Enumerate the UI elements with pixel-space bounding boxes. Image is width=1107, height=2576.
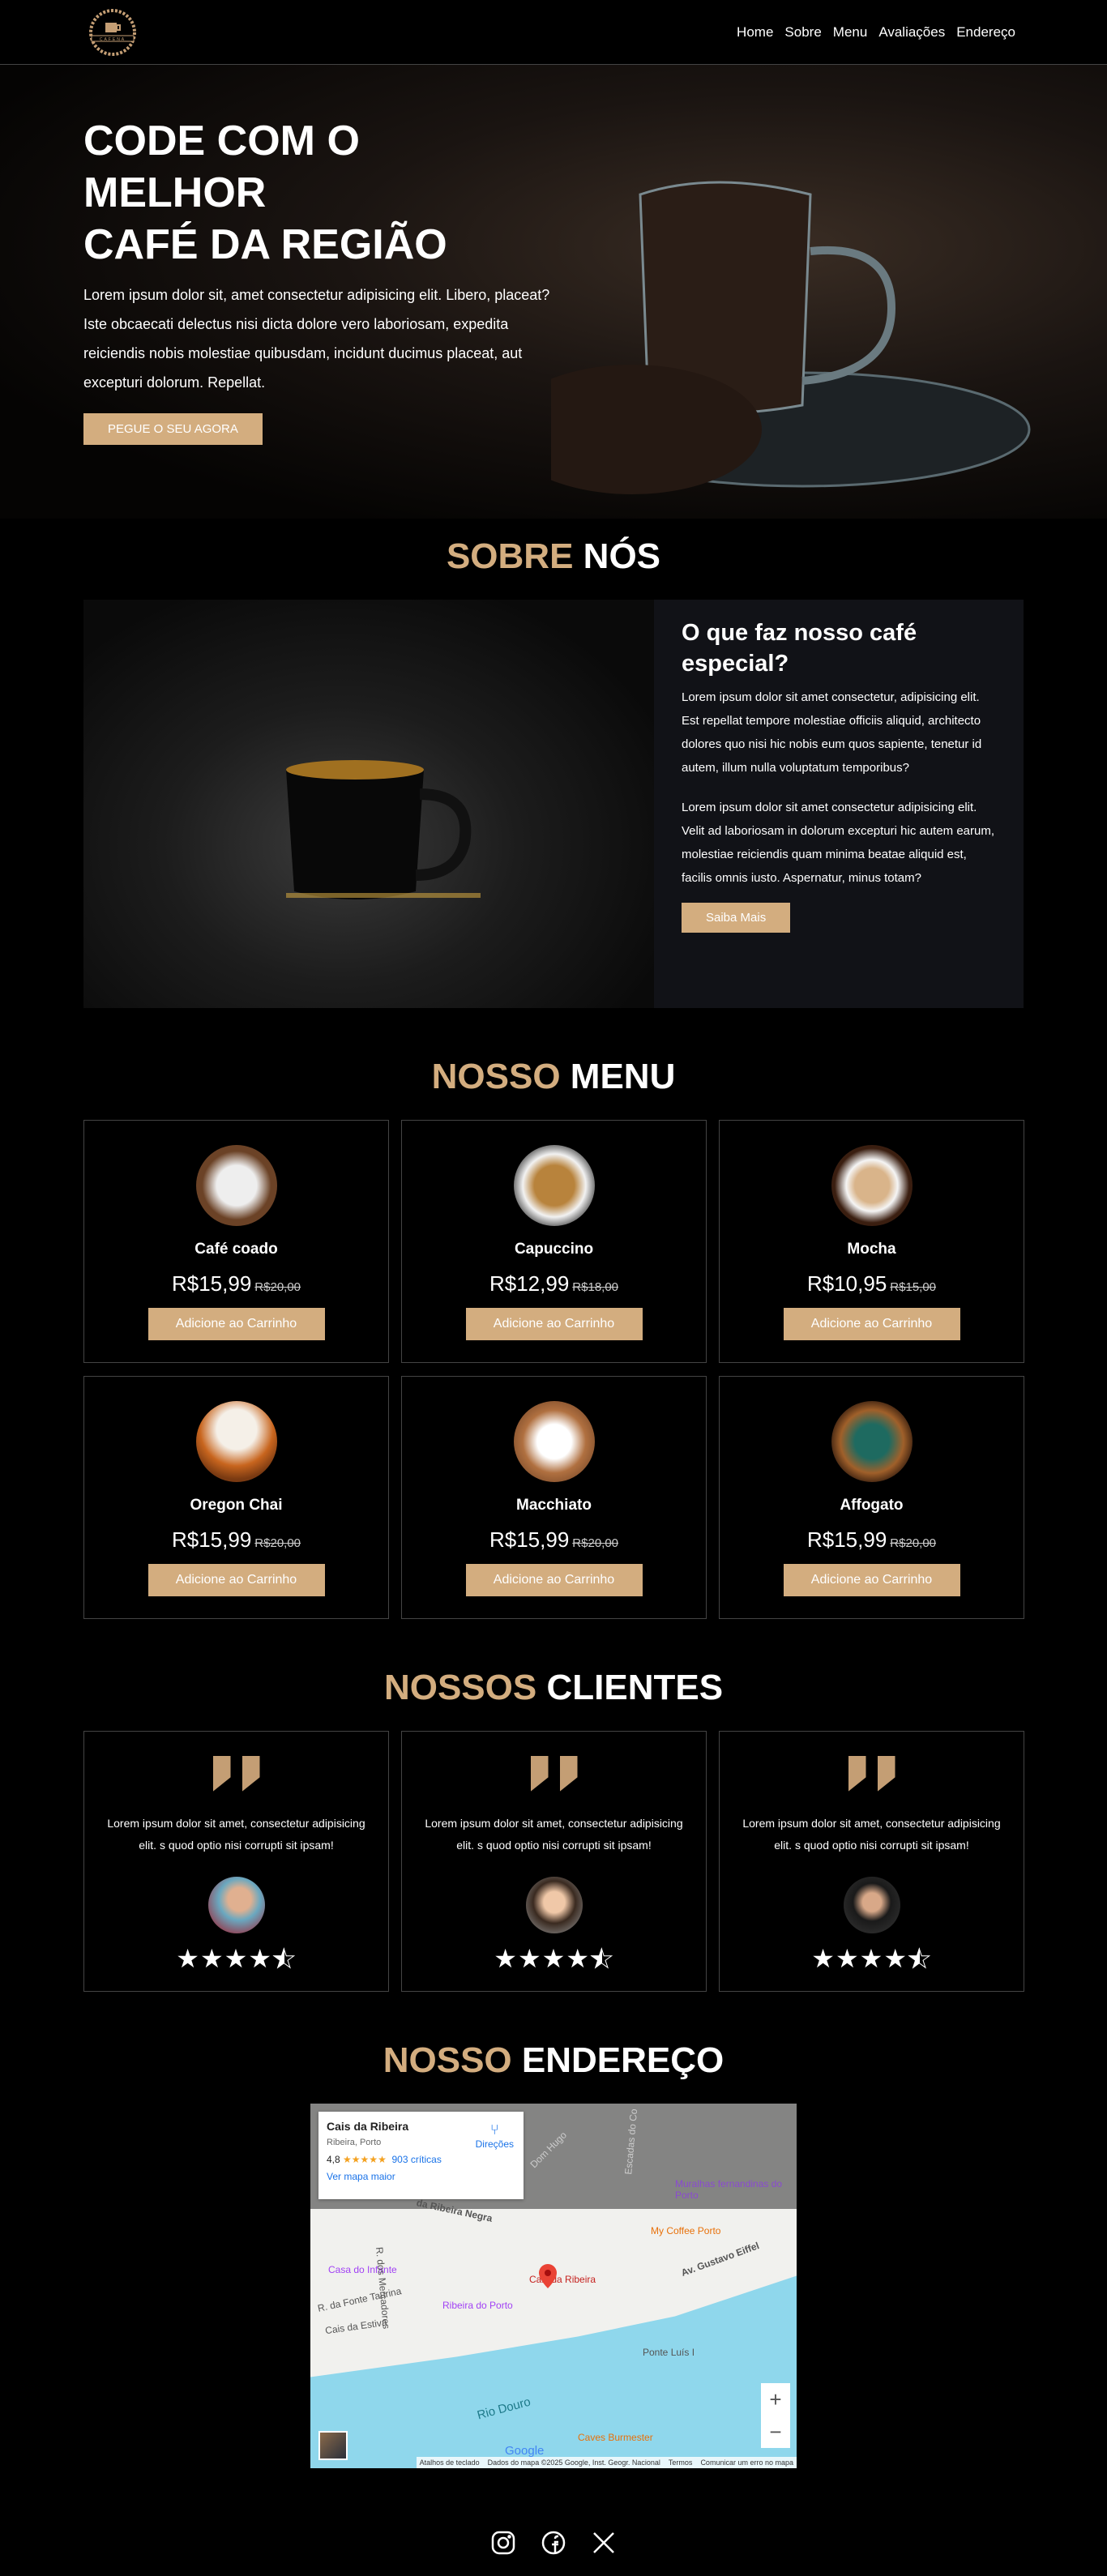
macchiato-image xyxy=(513,1401,595,1482)
item-price: R$15,99 R$20,00 xyxy=(171,1271,301,1296)
about-paragraph: Lorem ipsum dolor sit amet consectetur, … xyxy=(682,690,982,775)
menu-item: Capuccino R$12,99 R$18,00 Adicione ao Carri… xyxy=(401,1120,707,1363)
quote-icon xyxy=(720,1756,1024,1792)
item-name: Mocha xyxy=(847,1241,896,1258)
mocha-image xyxy=(831,1145,913,1226)
affogato-image xyxy=(831,1401,913,1482)
nav-home[interactable]: Home xyxy=(737,24,773,40)
about-text: O que faz nosso café especial? Lorem ips… xyxy=(654,600,1024,1008)
svg-text:CAFENA: CAFENA xyxy=(100,37,126,42)
address-title: Nosso Endereço xyxy=(383,2040,724,2080)
google-map[interactable]: da Ribeira Negra Dom Hugo Escadas do Co … xyxy=(310,2104,797,2468)
hero-title: CODE COM O MELHOR CAFÉ DA REGIÃO xyxy=(83,117,447,268)
x-icon[interactable] xyxy=(589,2528,618,2557)
capuccino-image xyxy=(513,1145,595,1226)
add-to-cart-button[interactable]: Adicione ao Carrinho xyxy=(465,1308,643,1340)
cafena-logo[interactable]: CAFENA xyxy=(83,6,142,58)
item-name: Café coado xyxy=(194,1241,278,1258)
item-price: R$12,99 R$18,00 xyxy=(489,1271,619,1296)
review-card: Lorem ipsum dolor sit amet, consectetur … xyxy=(401,1731,707,1992)
reviews-link[interactable]: 903 críticas xyxy=(392,2154,442,2165)
nav-avaliacoes[interactable]: Avaliações xyxy=(878,24,945,40)
cafe-coado-image xyxy=(195,1145,277,1226)
item-name: Oregon Chai xyxy=(190,1497,283,1514)
nav-endereco[interactable]: Endereço xyxy=(956,24,1015,40)
reviews-title: Nossos Clientes xyxy=(383,1668,724,1707)
map-attribution: Atalhos de teclado Dados do mapa ©2025 Go… xyxy=(416,2457,797,2468)
zoom-out-button[interactable]: − xyxy=(761,2416,790,2448)
hero-text: Lorem ipsum dolor sit, amet consectetur … xyxy=(83,287,550,391)
item-name: Affogato xyxy=(840,1497,904,1514)
menu-item: Affogato R$15,99 R$20,00 Adicione ao Carrin… xyxy=(719,1376,1024,1619)
menu-title: Nosso Menu xyxy=(431,1057,676,1096)
review-text: Lorem ipsum dolor sit amet, consectetur … xyxy=(742,1817,1001,1852)
about-paragraph: Lorem ipsum dolor sit amet consectetur a… xyxy=(682,801,995,885)
about-section: O que faz nosso café especial? Lorem ips… xyxy=(83,600,1024,1008)
add-to-cart-button[interactable]: Adicione ao Carrinho xyxy=(465,1564,643,1596)
larger-map-link[interactable]: Ver mapa maior xyxy=(327,2171,395,2182)
map-poi[interactable]: My Coffee Porto xyxy=(651,2225,720,2236)
cta-button[interactable]: Pegue o seu agora xyxy=(83,413,263,445)
coffee-splash-image xyxy=(83,600,654,1008)
item-price: R$15,99 R$20,00 xyxy=(806,1527,937,1552)
add-to-cart-button[interactable]: Adicione ao Carrinho xyxy=(783,1308,960,1340)
zoom-controls: + − xyxy=(761,2383,790,2448)
add-to-cart-button[interactable]: Adicione ao Carrinho xyxy=(783,1564,960,1596)
satellite-toggle[interactable] xyxy=(318,2431,348,2460)
oregon-chai-image xyxy=(195,1401,277,1482)
item-name: Macchiato xyxy=(516,1497,592,1514)
instagram-icon[interactable] xyxy=(489,2528,518,2557)
review-card: Lorem ipsum dolor sit amet, consectetur … xyxy=(83,1731,389,1992)
menu-item: Café coado R$15,99 R$20,00 Adicione ao Carr… xyxy=(83,1120,389,1363)
saiba-mais-button[interactable]: Saiba Mais xyxy=(682,903,791,933)
place-info-card: Cais da Ribeira Ribeira, Porto 4,8 ★★★★★… xyxy=(318,2112,524,2199)
avatar xyxy=(207,1877,265,1933)
about-heading: O que faz nosso café especial? xyxy=(682,620,917,677)
menu-item: Oregon Chai R$15,99 R$20,00 Adicione ao Car… xyxy=(83,1376,389,1619)
avatar xyxy=(525,1877,583,1933)
coffee-beans-cup-image xyxy=(551,181,1031,494)
item-price: R$10,95 R$15,00 xyxy=(806,1271,937,1296)
about-title: Sobre Nós xyxy=(446,536,661,576)
item-price: R$15,99 R$20,00 xyxy=(489,1527,619,1552)
review-card: Lorem ipsum dolor sit amet, consectetur … xyxy=(719,1731,1024,1992)
hero-section: CODE COM O MELHOR CAFÉ DA REGIÃO Lorem ip… xyxy=(0,65,1107,519)
reviews-grid: Lorem ipsum dolor sit amet, consectetur … xyxy=(83,1731,1024,1992)
add-to-cart-button[interactable]: Adicione ao Carrinho xyxy=(147,1308,325,1340)
quote-icon xyxy=(402,1756,706,1792)
nav-links: Home Sobre Menu Avaliações Endereço xyxy=(737,24,1015,41)
location-pin-icon[interactable] xyxy=(539,2264,557,2288)
nav-menu[interactable]: Menu xyxy=(833,24,868,40)
avatar xyxy=(843,1877,900,1933)
star-rating: ★★★★★ xyxy=(176,1944,297,1974)
google-logo: Google xyxy=(505,2444,545,2458)
directions-icon: ⑂ xyxy=(489,2121,499,2138)
star-rating: ★★★★★ xyxy=(494,1944,614,1974)
add-to-cart-button[interactable]: Adicione ao Carrinho xyxy=(147,1564,325,1596)
menu-item: Mocha R$10,95 R$15,00 Adicione ao Carrinho xyxy=(719,1120,1024,1363)
menu-grid: Café coado R$15,99 R$20,00 Adicione ao Carr… xyxy=(83,1120,1024,1619)
directions-button[interactable]: ⑂ Direções xyxy=(476,2121,514,2150)
hero-content: CODE COM O MELHOR CAFÉ DA REGIÃO Lorem ip… xyxy=(83,115,554,445)
nav-sobre[interactable]: Sobre xyxy=(784,24,821,40)
facebook-icon[interactable] xyxy=(539,2528,568,2557)
item-name: Capuccino xyxy=(514,1241,594,1258)
review-text: Lorem ipsum dolor sit amet, consectetur … xyxy=(425,1817,683,1852)
footer-social xyxy=(0,2528,1107,2557)
menu-item: Macchiato R$15,99 R$20,00 Adicione ao Carri… xyxy=(401,1376,707,1619)
item-price: R$15,99 R$20,00 xyxy=(171,1527,301,1552)
rating-stars: ★★★★★ xyxy=(343,2154,387,2165)
navbar: CAFENA Home Sobre Menu Avaliações Endere… xyxy=(0,0,1107,65)
star-rating: ★★★★★ xyxy=(811,1944,932,1974)
zoom-in-button[interactable]: + xyxy=(761,2383,790,2416)
review-text: Lorem ipsum dolor sit amet, consectetur … xyxy=(107,1817,365,1852)
quote-icon xyxy=(84,1756,388,1792)
